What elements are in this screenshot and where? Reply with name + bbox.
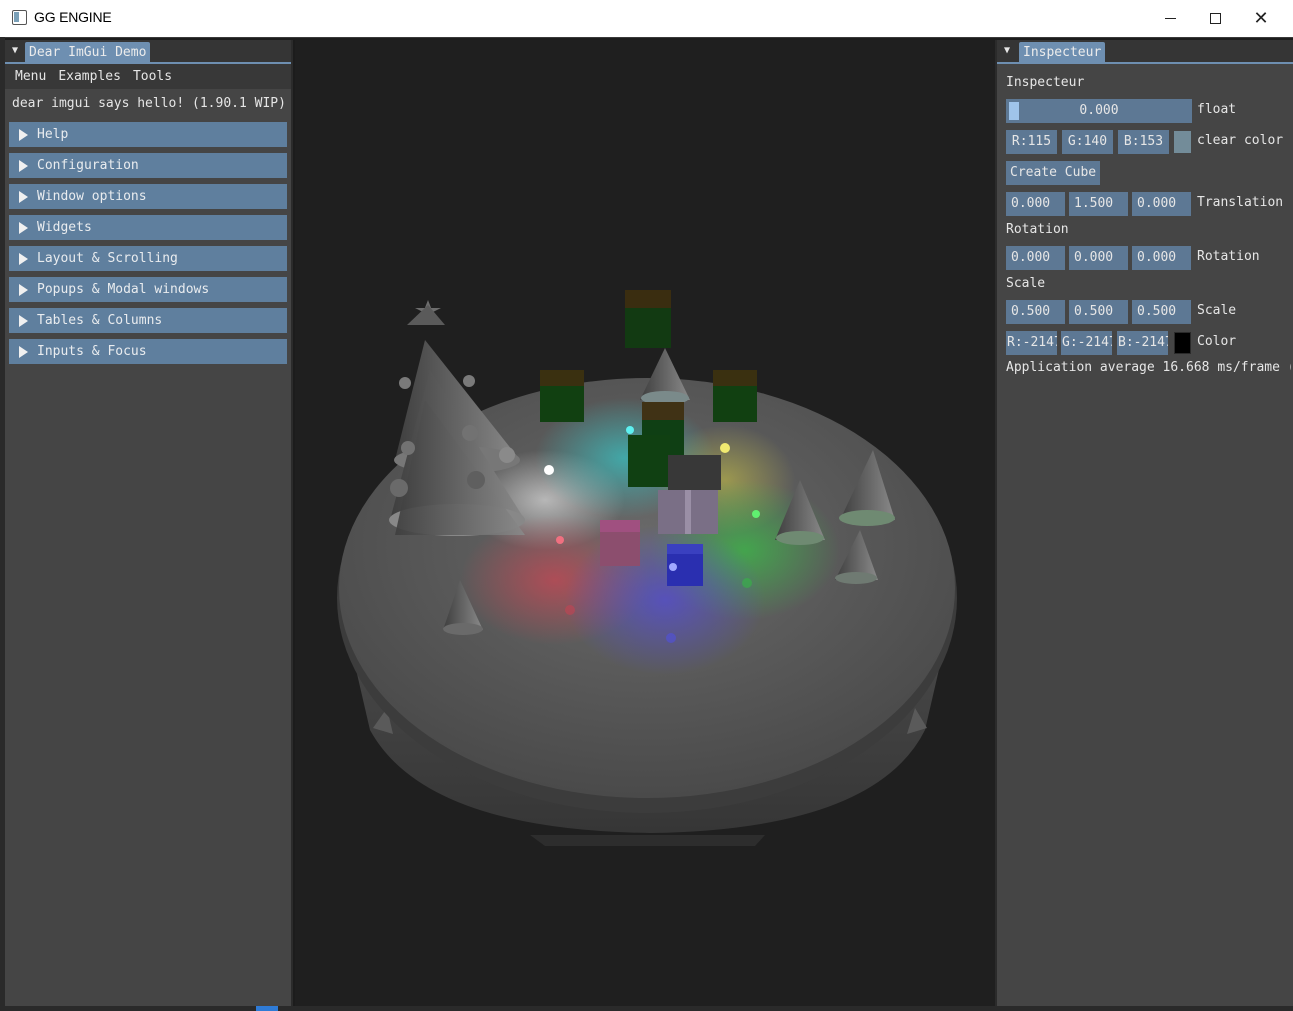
app-area: ▼ Dear ImGui Demo Menu Examples Tools de… <box>5 37 1293 1007</box>
rotation-x-field[interactable]: 0.000 <box>1006 246 1065 270</box>
clear-color-g-field[interactable]: G:140 <box>1062 130 1113 154</box>
header-inputs-focus[interactable]: Inputs & Focus <box>9 339 287 364</box>
minimize-button[interactable] <box>1147 0 1193 37</box>
menu-item-tools[interactable]: Tools <box>127 69 178 84</box>
color-label: Color <box>1197 334 1237 349</box>
float-slider[interactable]: 0.000 <box>1006 99 1192 123</box>
chevron-right-icon <box>19 191 28 203</box>
demo-tab-bar: ▼ Dear ImGui Demo <box>5 40 291 64</box>
header-layout-scrolling[interactable]: Layout & Scrolling <box>9 246 287 271</box>
menu-item-menu[interactable]: Menu <box>9 69 52 84</box>
chevron-right-icon <box>19 284 28 296</box>
tab-dear-imgui-demo[interactable]: Dear ImGui Demo <box>25 42 151 64</box>
collapse-icon[interactable]: ▼ <box>1000 44 1014 58</box>
header-label: Layout & Scrolling <box>37 251 178 266</box>
header-label: Help <box>37 127 69 142</box>
window-title: GG ENGINE <box>34 9 112 25</box>
rotation-label: Rotation <box>1197 249 1260 264</box>
rotation-y-field[interactable]: 0.000 <box>1069 246 1128 270</box>
header-label: Inputs & Focus <box>37 344 147 359</box>
title-bar: GG ENGINE ✕ <box>0 0 1293 37</box>
header-popups-modal[interactable]: Popups & Modal windows <box>9 277 287 302</box>
header-configuration[interactable]: Configuration <box>9 153 287 178</box>
translation-y-field[interactable]: 1.500 <box>1069 192 1128 216</box>
color-swatch[interactable] <box>1174 332 1191 354</box>
app-icon <box>12 10 27 25</box>
clear-color-label: clear color <box>1197 133 1284 148</box>
scale-label: Scale <box>1197 303 1237 318</box>
imgui-demo-window: ▼ Dear ImGui Demo Menu Examples Tools de… <box>5 40 293 1007</box>
translation-z-field[interactable]: 0.000 <box>1132 192 1191 216</box>
header-label: Tables & Columns <box>37 313 163 328</box>
chevron-right-icon <box>19 253 28 265</box>
header-window-options[interactable]: Window options <box>9 184 287 209</box>
app-average-text: Application average 16.668 ms/frame (60.… <box>1006 360 1291 375</box>
maximize-icon <box>1209 13 1221 24</box>
header-label: Window options <box>37 189 147 204</box>
rotation-z-field[interactable]: 0.000 <box>1132 246 1191 270</box>
clear-color-r-field[interactable]: R:115 <box>1006 130 1057 154</box>
chevron-right-icon <box>19 222 28 234</box>
color-g-field[interactable]: G:-2147483648 <box>1061 331 1112 355</box>
chevron-right-icon <box>19 315 28 327</box>
scale-z-field[interactable]: 0.500 <box>1132 300 1191 324</box>
header-label: Configuration <box>37 158 139 173</box>
chevron-right-icon <box>19 129 28 141</box>
header-label: Widgets <box>37 220 92 235</box>
color-b-field[interactable]: B:-2147483648 <box>1117 331 1168 355</box>
chevron-right-icon <box>19 160 28 172</box>
taskbar-indicator <box>256 1006 278 1011</box>
color-r-field[interactable]: R:-2147483648 <box>1006 331 1057 355</box>
translation-label: Translation <box>1197 195 1284 210</box>
scale-x-field[interactable]: 0.500 <box>1006 300 1065 324</box>
clear-color-swatch[interactable] <box>1174 131 1191 153</box>
slider-grab[interactable] <box>1009 102 1019 120</box>
create-cube-button[interactable]: Create Cube <box>1006 161 1101 185</box>
menu-item-examples[interactable]: Examples <box>52 69 127 84</box>
float-slider-value: 0.000 <box>1079 103 1119 118</box>
scene-render <box>337 290 957 846</box>
inspector-heading: Inspecteur <box>1006 75 1085 90</box>
hello-text: dear imgui says hello! (1.90.1 WIP) (19 <box>12 96 291 111</box>
float-label: float <box>1197 102 1237 117</box>
close-icon: ✕ <box>1253 8 1269 29</box>
close-button[interactable]: ✕ <box>1238 0 1284 37</box>
demo-menu-bar: Menu Examples Tools <box>5 64 291 89</box>
inspector-window: ▼ Inspecteur Inspecteur 0.000 float R:11… <box>995 40 1293 1007</box>
tab-inspecteur[interactable]: Inspecteur <box>1019 42 1106 64</box>
collapse-icon[interactable]: ▼ <box>8 44 22 58</box>
scale-heading: Scale <box>1006 276 1046 291</box>
header-tables-columns[interactable]: Tables & Columns <box>9 308 287 333</box>
taskbar-edge <box>0 1006 1293 1011</box>
header-help[interactable]: Help <box>9 122 287 147</box>
inspector-tab-bar: ▼ Inspecteur <box>997 40 1293 64</box>
scale-y-field[interactable]: 0.500 <box>1069 300 1128 324</box>
chevron-right-icon <box>19 346 28 358</box>
scene-viewport[interactable] <box>295 40 995 1007</box>
maximize-button[interactable] <box>1192 0 1238 37</box>
rotation-heading: Rotation <box>1006 222 1069 237</box>
header-label: Popups & Modal windows <box>37 282 210 297</box>
translation-x-field[interactable]: 0.000 <box>1006 192 1065 216</box>
minimize-icon <box>1164 18 1176 19</box>
clear-color-b-field[interactable]: B:153 <box>1118 130 1169 154</box>
header-widgets[interactable]: Widgets <box>9 215 287 240</box>
